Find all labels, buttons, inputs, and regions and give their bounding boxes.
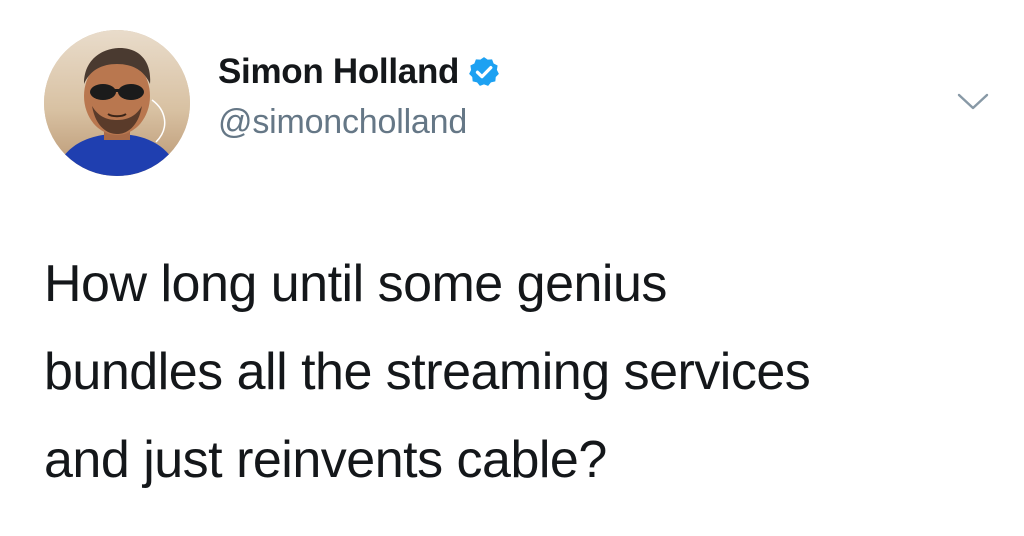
tweet-text-line: How long until some genius — [44, 255, 667, 313]
tweet-text-line: bundles all the streaming services — [44, 343, 811, 401]
chevron-down-icon[interactable] — [956, 90, 990, 114]
user-name-row: Simon Holland — [218, 50, 501, 94]
tweet-text: How long until some genius bundles all t… — [44, 240, 1004, 504]
verified-badge-icon — [467, 55, 501, 89]
avatar-photo — [44, 30, 190, 176]
user-handle[interactable]: @simoncholland — [218, 103, 467, 142]
avatar[interactable] — [44, 30, 190, 176]
tweet-text-line: and just reinvents cable? — [44, 431, 607, 489]
display-name[interactable]: Simon Holland — [218, 52, 459, 92]
tweet-card: Simon Holland @simoncholland How long un… — [0, 0, 1024, 536]
